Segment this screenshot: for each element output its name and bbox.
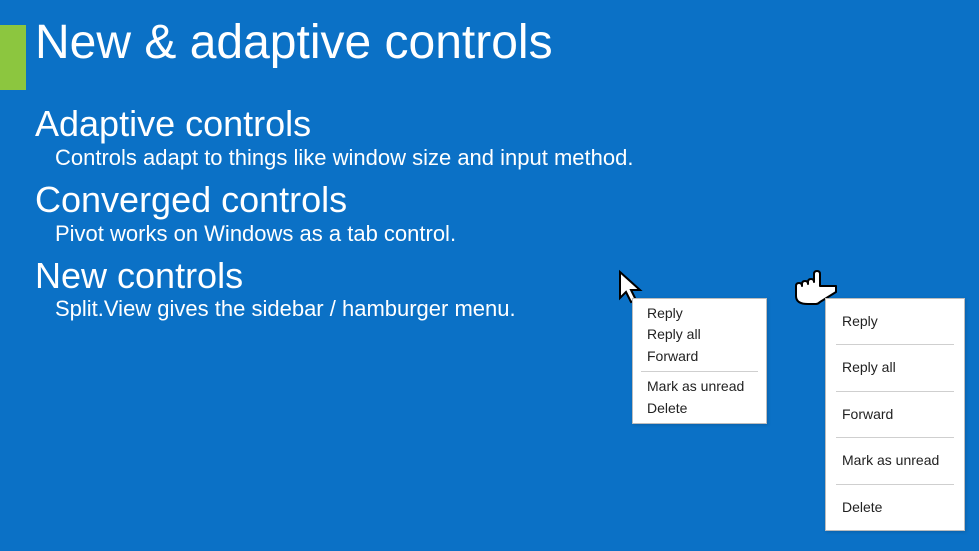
menu-item-forward[interactable]: Forward — [633, 346, 766, 367]
section-converged: Converged controls Pivot works on Window… — [35, 181, 939, 247]
menu-separator — [836, 344, 954, 345]
menu-item-reply-all[interactable]: Reply all — [633, 324, 766, 345]
slide: { "title": "New & adaptive controls", "s… — [0, 0, 979, 551]
menu-item-reply[interactable]: Reply — [826, 305, 964, 338]
section-body: Pivot works on Windows as a tab control. — [55, 221, 939, 247]
section-body: Controls adapt to things like window siz… — [55, 145, 939, 171]
example-menus: Reply Reply all Forward Mark as unread D… — [610, 286, 975, 516]
section-heading: Adaptive controls — [35, 105, 939, 143]
menu-item-reply[interactable]: Reply — [633, 303, 766, 324]
menu-separator — [836, 391, 954, 392]
menu-item-mark-unread[interactable]: Mark as unread — [633, 376, 766, 397]
section-heading: Converged controls — [35, 181, 939, 219]
menu-item-delete[interactable]: Delete — [633, 398, 766, 419]
menu-item-forward[interactable]: Forward — [826, 398, 964, 431]
menu-separator — [836, 484, 954, 485]
menu-separator — [641, 371, 758, 372]
accent-bar — [0, 25, 26, 90]
menu-item-delete[interactable]: Delete — [826, 491, 964, 524]
menu-separator — [836, 437, 954, 438]
section-adaptive: Adaptive controls Controls adapt to thin… — [35, 105, 939, 171]
slide-title: New & adaptive controls — [35, 15, 553, 70]
menu-item-reply-all[interactable]: Reply all — [826, 351, 964, 384]
menu-item-mark-unread[interactable]: Mark as unread — [826, 444, 964, 477]
context-menu-touch: Reply Reply all Forward Mark as unread D… — [825, 298, 965, 531]
context-menu-mouse: Reply Reply all Forward Mark as unread D… — [632, 298, 767, 424]
